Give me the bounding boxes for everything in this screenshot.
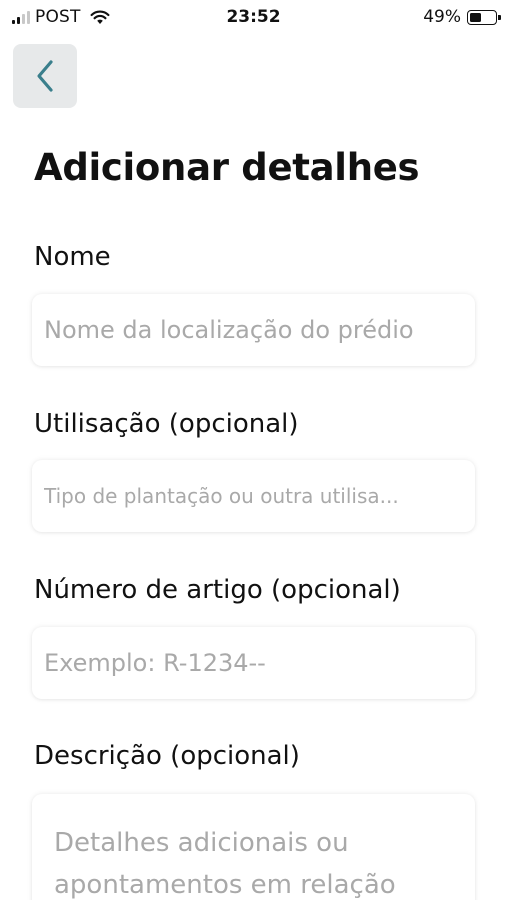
battery-fill bbox=[470, 12, 482, 22]
chevron-left-icon bbox=[37, 60, 53, 92]
battery-icon bbox=[467, 9, 501, 25]
description-textarea[interactable] bbox=[32, 794, 475, 900]
usage-label: Utilisação (opcional) bbox=[34, 409, 299, 439]
name-input[interactable] bbox=[32, 294, 475, 366]
battery-tip bbox=[498, 14, 501, 20]
article-number-label: Número de artigo (opcional) bbox=[34, 575, 401, 605]
back-button[interactable] bbox=[13, 44, 77, 108]
battery-percentage: 49% bbox=[423, 7, 461, 27]
status-bar: POST 23:52 49% bbox=[0, 0, 507, 36]
usage-input[interactable] bbox=[32, 460, 475, 532]
status-bar-right: 49% bbox=[423, 7, 501, 27]
page-title: Adicionar detalhes bbox=[34, 146, 420, 189]
article-number-input[interactable] bbox=[32, 627, 475, 699]
description-label: Descrição (opcional) bbox=[34, 741, 300, 771]
name-label: Nome bbox=[34, 242, 111, 272]
add-details-screen: POST 23:52 49% Adicionar detalhes Nome U… bbox=[0, 0, 507, 900]
